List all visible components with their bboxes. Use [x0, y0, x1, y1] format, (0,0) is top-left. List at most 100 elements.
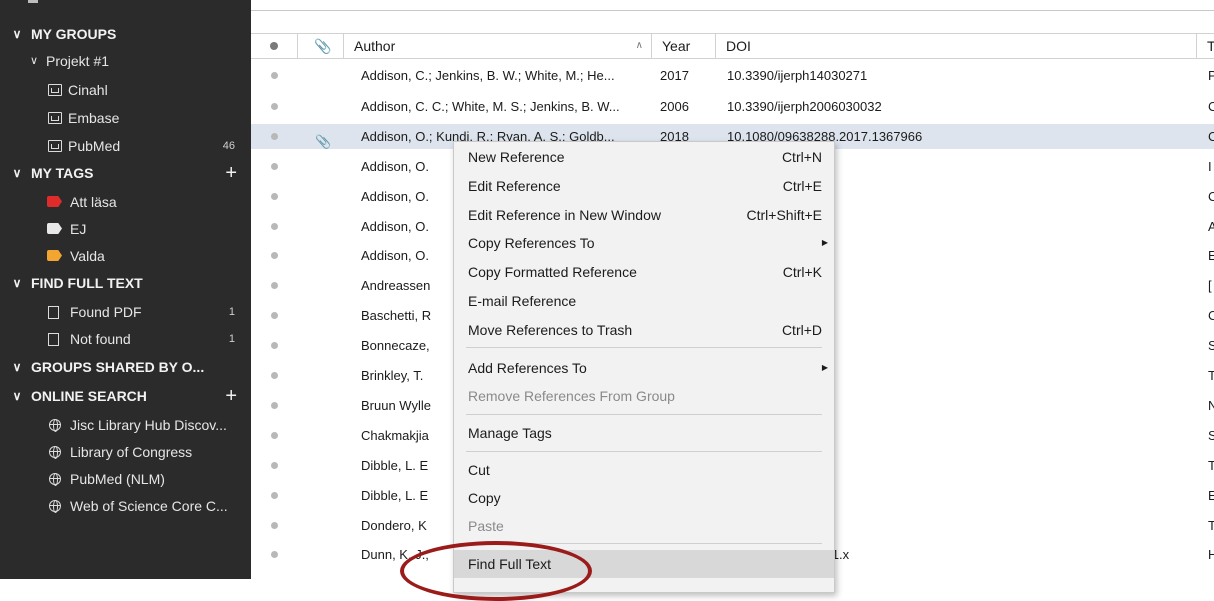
unread-dot-icon	[271, 72, 278, 79]
sidebar-item-cinahl[interactable]: Cinahl	[0, 79, 251, 101]
section-label: MY GROUPS	[31, 26, 117, 42]
unread-dot-icon	[271, 193, 278, 200]
sidebar-item-project[interactable]: ∨ Projekt #1	[0, 50, 251, 72]
column-header-attachment[interactable]: 📎	[298, 34, 344, 58]
add-online-search-button[interactable]: +	[225, 385, 237, 407]
unread-dot-icon	[271, 252, 278, 259]
sidebar-item-tag-ej[interactable]: EJ	[0, 218, 251, 240]
section-my-groups[interactable]: ∨ MY GROUPS	[0, 23, 251, 45]
cell-title: I	[1208, 159, 1212, 174]
menu-item-label: E-mail Reference	[468, 293, 577, 309]
menu-item-copy[interactable]: Copy	[454, 484, 834, 512]
group-icon	[48, 112, 62, 124]
column-header-label: Author	[354, 38, 396, 54]
menu-item-paste: Paste	[454, 512, 834, 540]
menu-item-email-reference[interactable]: E-mail Reference	[454, 287, 834, 315]
column-header-read[interactable]	[251, 34, 298, 58]
unread-dot-icon	[271, 312, 278, 319]
section-label: ONLINE SEARCH	[31, 388, 147, 404]
chevron-down-icon: ∨	[12, 27, 22, 41]
cell-title: C	[1208, 129, 1214, 144]
menu-item-add-references-to[interactable]: Add References To ▶	[454, 354, 834, 382]
cell-title: S	[1208, 428, 1214, 443]
menu-item-new-reference[interactable]: New Reference Ctrl+N	[454, 143, 834, 171]
unread-dot-icon	[271, 402, 278, 409]
chevron-down-icon: ∨	[12, 389, 22, 403]
menu-item-label: Edit Reference in New Window	[468, 207, 661, 223]
item-count: 1	[228, 333, 235, 345]
sidebar-item-not-found[interactable]: Not found 1	[0, 328, 251, 350]
menu-item-shortcut: Ctrl+E	[782, 178, 822, 194]
section-label: GROUPS SHARED BY O...	[31, 359, 205, 375]
sidebar-item-label: Embase	[68, 110, 120, 126]
column-header-label: Year	[662, 38, 691, 54]
cell-title: N	[1208, 398, 1214, 413]
sidebar-top-handle	[28, 0, 38, 3]
sidebar-item-label: Found PDF	[70, 304, 142, 320]
menu-item-shortcut: Ctrl+D	[781, 322, 822, 338]
chevron-down-icon: ∨	[12, 276, 22, 290]
tag-icon	[47, 250, 62, 261]
column-header-year[interactable]: Year	[652, 34, 716, 58]
menu-item-label: Remove References From Group	[468, 388, 675, 404]
menu-item-label: Add References To	[468, 360, 587, 376]
cell-doi: 10.3390/ijerph14030271	[727, 68, 868, 83]
table-row[interactable]: Addison, C.; Jenkins, B. W.; White, M.; …	[251, 63, 1214, 88]
menu-item-copy-formatted-reference[interactable]: Copy Formatted Reference Ctrl+K	[454, 258, 834, 286]
section-groups-shared[interactable]: ∨ GROUPS SHARED BY O...	[0, 356, 251, 378]
section-find-full-text[interactable]: ∨ FIND FULL TEXT	[0, 272, 251, 294]
unread-dot-icon	[271, 551, 278, 558]
cell-title: C	[1208, 308, 1214, 323]
menu-item-cut[interactable]: Cut	[454, 456, 834, 484]
unread-dot-icon	[271, 522, 278, 529]
unread-dot-icon	[271, 372, 278, 379]
sidebar-item-label: Cinahl	[68, 82, 108, 98]
unread-dot-icon	[271, 223, 278, 230]
column-header-label: DOI	[726, 38, 751, 54]
unread-dot-icon	[271, 342, 278, 349]
table-row[interactable]: Addison, C. C.; White, M. S.; Jenkins, B…	[251, 94, 1214, 119]
context-menu: New Reference Ctrl+N Edit Reference Ctrl…	[453, 141, 835, 593]
sidebar-item-library-of-congress[interactable]: Library of Congress	[0, 441, 251, 463]
pdf-icon	[48, 306, 59, 319]
menu-item-label: Paste	[468, 518, 504, 534]
globe-icon	[49, 500, 61, 513]
sidebar-item-tag-valda[interactable]: Valda	[0, 245, 251, 267]
menu-item-shortcut: Ctrl+Shift+E	[746, 207, 822, 223]
submenu-arrow-icon: ▶	[821, 363, 828, 372]
menu-item-move-to-trash[interactable]: Move References to Trash Ctrl+D	[454, 316, 834, 344]
divider	[251, 10, 1214, 11]
cell-year: 2006	[660, 99, 689, 114]
cell-title: C	[1208, 99, 1214, 114]
unread-dot-icon	[271, 492, 278, 499]
sidebar-item-web-of-science[interactable]: Web of Science Core C...	[0, 495, 251, 517]
sidebar-item-pubmed[interactable]: PubMed 46	[0, 135, 251, 157]
column-header-title[interactable]: T	[1197, 34, 1214, 58]
sidebar-item-pubmed-nlm[interactable]: PubMed (NLM)	[0, 468, 251, 490]
menu-item-copy-references-to[interactable]: Copy References To ▶	[454, 229, 834, 257]
sidebar-item-embase[interactable]: Embase	[0, 107, 251, 129]
section-online-search[interactable]: ∨ ONLINE SEARCH +	[0, 385, 251, 407]
menu-item-edit-reference-new-window[interactable]: Edit Reference in New Window Ctrl+Shift+…	[454, 201, 834, 229]
section-label: MY TAGS	[31, 165, 94, 181]
add-tag-button[interactable]: +	[225, 162, 237, 184]
section-my-tags[interactable]: ∨ MY TAGS +	[0, 162, 251, 184]
item-count: 1	[228, 306, 235, 318]
cell-title: E	[1208, 488, 1214, 503]
menu-item-manage-tags[interactable]: Manage Tags	[454, 419, 834, 447]
sidebar-item-label: Valda	[70, 248, 105, 264]
globe-icon	[49, 446, 61, 459]
globe-icon	[49, 473, 61, 486]
column-header-doi[interactable]: DOI	[716, 34, 1197, 58]
column-header-author[interactable]: Author ∧	[344, 34, 652, 58]
cell-title: T	[1208, 458, 1214, 473]
sidebar-item-found-pdf[interactable]: Found PDF 1	[0, 301, 251, 323]
unread-dot-icon	[271, 163, 278, 170]
sidebar-item-tag-att-lasa[interactable]: Att läsa	[0, 191, 251, 213]
unread-dot-icon	[271, 462, 278, 469]
sidebar-item-jisc[interactable]: Jisc Library Hub Discov...	[0, 414, 251, 436]
cell-author: Addison, C. C.; White, M. S.; Jenkins, B…	[361, 99, 620, 114]
cell-title: P	[1208, 68, 1214, 83]
menu-item-edit-reference[interactable]: Edit Reference Ctrl+E	[454, 172, 834, 200]
chevron-down-icon: ∨	[12, 360, 22, 374]
